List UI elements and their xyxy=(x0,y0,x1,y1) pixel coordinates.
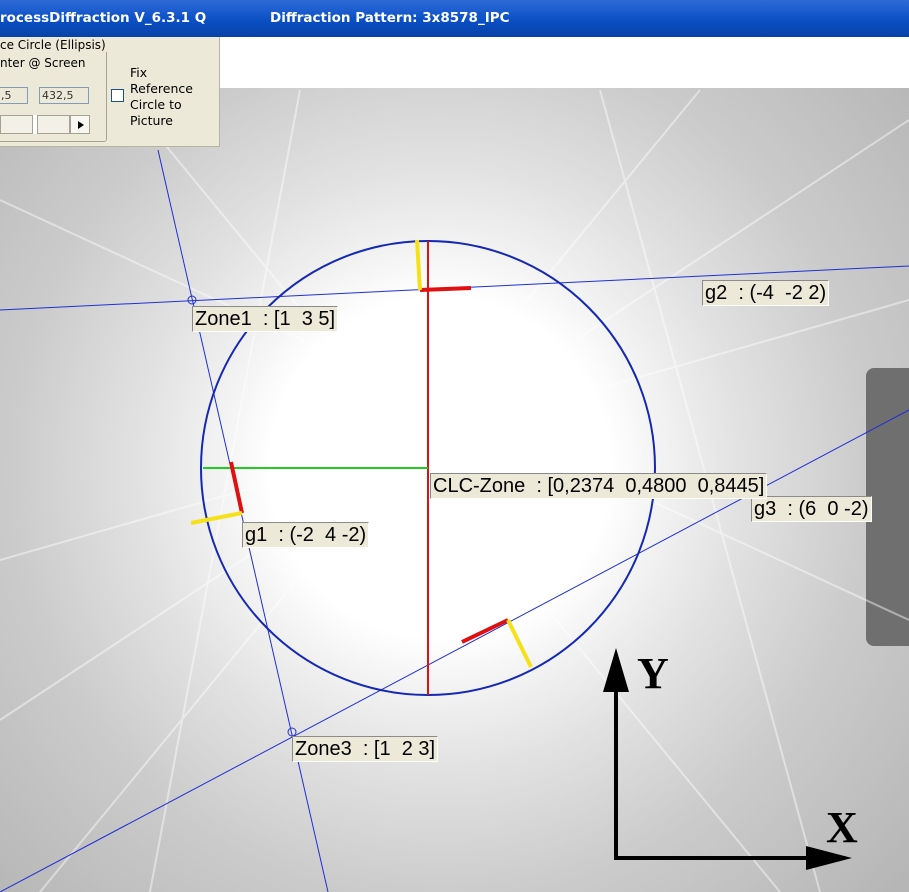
center-at-screen-label: nter @ Screen xyxy=(0,56,86,70)
y-axis-label: Y xyxy=(637,649,669,698)
group-title: ce Circle (Ellipsis) xyxy=(0,38,109,52)
arrow-right-icon[interactable] xyxy=(70,115,90,134)
reference-circle-panel: ce Circle (Ellipsis) nter @ Screen ,5 43… xyxy=(0,37,220,147)
fix-reference-label: Fix Reference Circle to Picture xyxy=(130,65,193,128)
zone1-label[interactable]: Zone1 : [1 3 5] xyxy=(192,306,339,332)
g2-vector-marker xyxy=(415,239,472,292)
zone3-label[interactable]: Zone3 : [1 2 3] xyxy=(292,736,439,762)
scrollbar-thumb[interactable] xyxy=(32,115,38,134)
circle-size-scrollbar[interactable] xyxy=(0,115,90,134)
g1-label[interactable]: g1 : (-2 4 -2) xyxy=(242,522,370,548)
kikuchi-line xyxy=(0,119,909,721)
center-x-field[interactable]: ,5 xyxy=(0,87,28,104)
kikuchi-line xyxy=(149,89,301,892)
center-y-field[interactable]: 432,5 xyxy=(39,87,89,104)
y-axis-arrowhead xyxy=(603,648,629,692)
clc-zone-label[interactable]: CLC-Zone : [0,2374 0,4800 0,8445] xyxy=(430,473,768,499)
g3-label[interactable]: g3 : (6 0 -2) xyxy=(751,496,872,522)
x-axis-label: X xyxy=(826,803,858,852)
g2-label[interactable]: g2 : (-4 -2 2) xyxy=(702,280,830,306)
kikuchi-line xyxy=(0,199,909,621)
g3-vector-marker xyxy=(461,618,533,668)
fix-reference-checkbox[interactable] xyxy=(111,89,124,102)
